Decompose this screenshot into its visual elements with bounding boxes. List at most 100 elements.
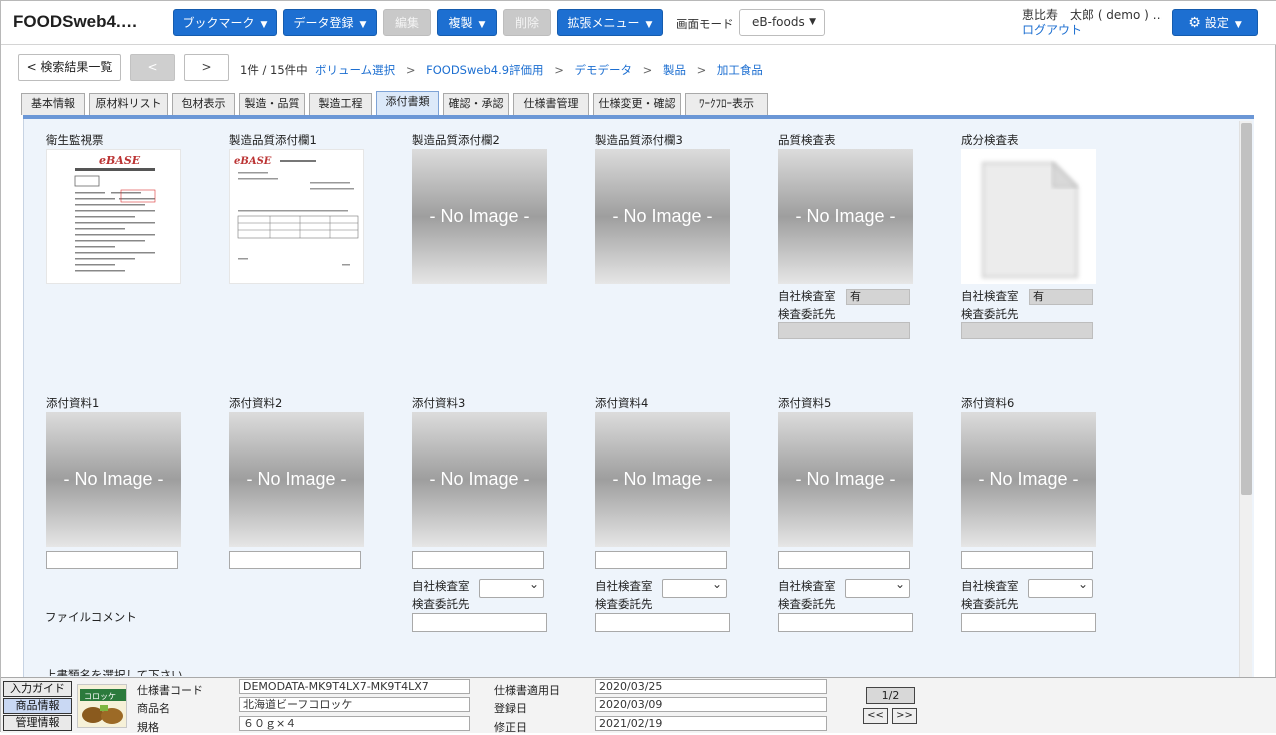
- extend-menu-label: 拡張メニュー: [567, 16, 640, 30]
- no-image-placeholder[interactable]: - No Image -: [412, 149, 547, 284]
- logout-link[interactable]: ログアウト: [1022, 21, 1082, 38]
- vertical-scrollbar[interactable]: [1239, 121, 1252, 677]
- record-footer: 入力ガイド 商品情報 管理情報 コロッケ 仕様書コード DEMODATA-MK9…: [1, 677, 1276, 734]
- apply-date-value: 2020/03/25: [595, 679, 827, 694]
- inhouse-lab-select[interactable]: [662, 577, 727, 598]
- modify-date-label: 修正日: [494, 721, 527, 734]
- delete-button[interactable]: 削除: [503, 9, 551, 36]
- attachment-material-3: 添付資料3 - No Image - 自社検査室 検査委託先: [412, 395, 548, 632]
- app-window: FOODSweb4.… ブックマーク ▼ データ登録 ▼ 編集 複製 ▼ 削除 拡張メ…: [0, 0, 1276, 734]
- consign-input[interactable]: [412, 613, 547, 632]
- settings-button[interactable]: ⚙ 設定 ▼: [1172, 9, 1258, 36]
- tab-spec-change[interactable]: 仕様変更・確認: [593, 93, 681, 115]
- no-image-placeholder[interactable]: - No Image -: [229, 412, 364, 547]
- edit-button[interactable]: 編集: [383, 9, 431, 36]
- breadcrumb-demodata[interactable]: デモデータ: [575, 63, 633, 77]
- inhouse-lab-label: 自社検査室: [412, 579, 470, 593]
- tab-manufacturing-quality[interactable]: 製造・品質: [239, 93, 305, 115]
- bookmark-button[interactable]: ブックマーク ▼: [173, 9, 277, 36]
- next-record-button[interactable]: >: [184, 54, 229, 81]
- tab-attachments[interactable]: 添付書類: [376, 91, 439, 115]
- inhouse-lab-select[interactable]: [1028, 577, 1093, 598]
- breadcrumb-product[interactable]: 製品: [663, 63, 686, 77]
- attachment-label: 衛生監視票: [46, 133, 104, 147]
- tab-package-label[interactable]: 包材表示: [172, 93, 235, 115]
- product-name-value: 北海道ビーフコロッケ: [239, 697, 470, 712]
- inhouse-lab-value: 有: [1029, 289, 1093, 305]
- no-image-placeholder[interactable]: - No Image -: [778, 149, 913, 284]
- last-page-button[interactable]: >>: [892, 708, 917, 724]
- tab-spec-management[interactable]: 仕様書管理: [513, 93, 589, 115]
- data-register-button[interactable]: データ登録 ▼: [283, 9, 377, 36]
- tab-confirm-approve[interactable]: 確認・承認: [443, 93, 509, 115]
- back-to-results-button[interactable]: < 検索結果一覧: [18, 54, 121, 81]
- breadcrumb-volume[interactable]: ボリューム選択: [315, 63, 395, 77]
- document-thumbnail[interactable]: eBASE: [229, 149, 364, 284]
- attachment-label: 製造品質添付欄3: [595, 133, 683, 147]
- consign-label: 検査委託先: [961, 597, 1019, 611]
- caret-down-icon: ▼: [1234, 20, 1242, 30]
- scrollbar-thumb[interactable]: [1241, 123, 1252, 495]
- breadcrumb-processed-food[interactable]: 加工食品: [717, 63, 763, 77]
- no-image-placeholder[interactable]: - No Image -: [46, 412, 181, 547]
- consign-input[interactable]: [961, 613, 1096, 632]
- caret-down-icon: ▼: [645, 20, 653, 30]
- extend-menu-button[interactable]: 拡張メニュー ▼: [557, 9, 663, 36]
- consign-input[interactable]: [778, 613, 913, 632]
- attachment-quality-2: 製造品質添付欄2 - No Image -: [412, 132, 548, 284]
- input-guide-button[interactable]: 入力ガイド: [3, 681, 72, 697]
- duplicate-button[interactable]: 複製 ▼: [437, 9, 497, 36]
- attachment-comment-input[interactable]: [412, 551, 544, 569]
- attachment-quality-3: 製造品質添付欄3 - No Image -: [595, 132, 731, 284]
- file-comment-label: ファイルコメント: [45, 610, 137, 624]
- no-image-placeholder[interactable]: - No Image -: [961, 412, 1096, 547]
- attachment-material-1: 添付資料1 - No Image -: [46, 395, 182, 569]
- tab-manufacturing-process[interactable]: 製造工程: [309, 93, 372, 115]
- consign-value: [778, 322, 910, 339]
- data-register-label: データ登録: [293, 16, 354, 30]
- standard-label: 規格: [137, 721, 159, 734]
- app-title: FOODSweb4.…: [13, 12, 138, 31]
- attachment-comment-input[interactable]: [778, 551, 910, 569]
- tab-material-list[interactable]: 原材料リスト: [89, 93, 168, 115]
- attachment-quality-1: 製造品質添付欄1 eBASE: [229, 132, 365, 284]
- top-header: FOODSweb4.… ブックマーク ▼ データ登録 ▼ 編集 複製 ▼ 削除 拡張メ…: [1, 1, 1276, 45]
- spec-code-label: 仕様書コード: [137, 684, 203, 697]
- inhouse-lab-select[interactable]: [845, 577, 910, 598]
- inhouse-lab-select[interactable]: [479, 577, 544, 598]
- inhouse-lab-value: 有: [846, 289, 910, 305]
- tab-workflow[interactable]: ﾜｰｸﾌﾛｰ表示: [685, 93, 768, 115]
- product-package-icon: コロッケ: [78, 685, 126, 727]
- consign-label: 検査委託先: [778, 307, 836, 321]
- attachment-material-5: 添付資料5 - No Image - 自社検査室 検査委託先: [778, 395, 914, 632]
- attachment-comment-input[interactable]: [961, 551, 1093, 569]
- duplicate-label: 複製: [448, 16, 473, 30]
- admin-info-button[interactable]: 管理情報: [3, 715, 72, 731]
- consign-label: 検査委託先: [412, 597, 470, 611]
- tab-basic-info[interactable]: 基本情報: [21, 93, 85, 115]
- inhouse-lab-label: 自社検査室: [778, 579, 836, 593]
- no-image-placeholder[interactable]: - No Image -: [412, 412, 547, 547]
- document-thumbnail[interactable]: eBASE: [46, 149, 181, 284]
- first-page-button[interactable]: <<: [863, 708, 888, 724]
- attachment-comment-input[interactable]: [229, 551, 361, 569]
- attachment-material-2: 添付資料2 - No Image -: [229, 395, 365, 569]
- attachment-comment-input[interactable]: [595, 551, 727, 569]
- attachment-label: 添付資料5: [778, 396, 832, 410]
- no-image-placeholder[interactable]: - No Image -: [595, 412, 730, 547]
- caret-down-icon: ▼: [809, 17, 816, 27]
- attachment-label: 添付資料6: [961, 396, 1015, 410]
- attachment-label: 添付資料4: [595, 396, 649, 410]
- standard-value: ６０ｇ×４: [239, 716, 470, 731]
- attachment-comment-input[interactable]: [46, 551, 178, 569]
- product-info-button[interactable]: 商品情報: [3, 698, 72, 714]
- prev-record-button[interactable]: <: [130, 54, 175, 81]
- no-image-placeholder[interactable]: - No Image -: [778, 412, 913, 547]
- screen-mode-select[interactable]: eB-foods ▼: [739, 9, 825, 36]
- no-image-placeholder[interactable]: - No Image -: [595, 149, 730, 284]
- consign-input[interactable]: [595, 613, 730, 632]
- file-thumbnail[interactable]: [961, 149, 1096, 284]
- breadcrumb-foodsweb[interactable]: FOODSweb4.9評価用: [426, 63, 543, 77]
- svg-text:コロッケ: コロッケ: [84, 692, 116, 701]
- inhouse-lab-label: 自社検査室: [961, 289, 1019, 303]
